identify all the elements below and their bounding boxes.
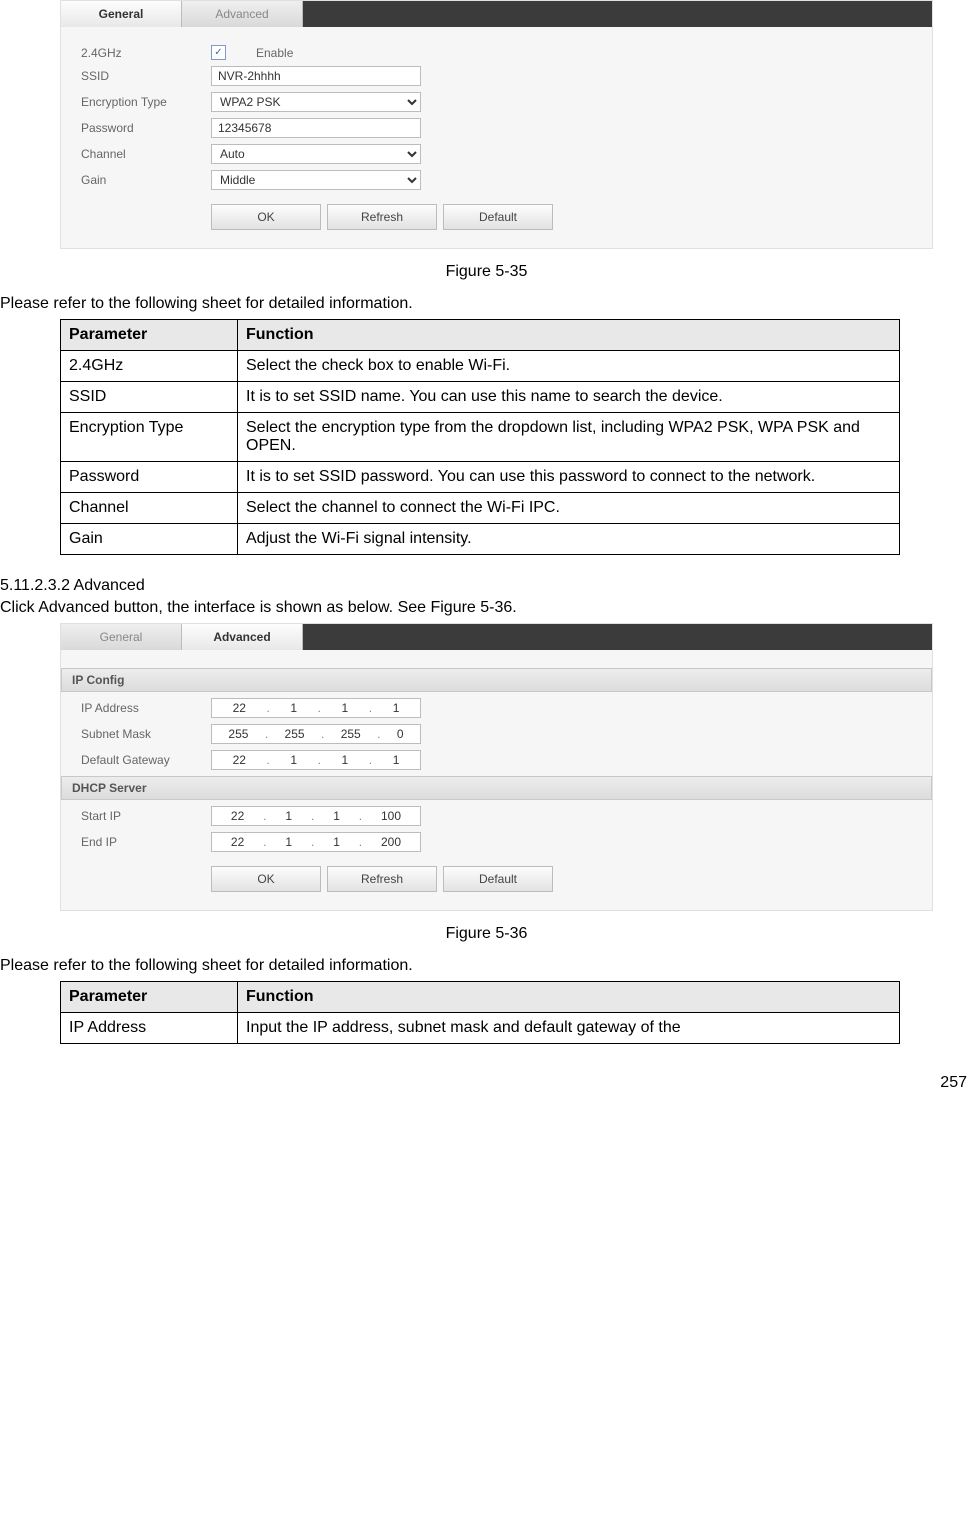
tab-bar-advanced: General Advanced [61, 624, 932, 650]
param-table-1: Parameter Function 2.4GHz Select the che… [60, 319, 900, 555]
page-number: 257 [0, 1074, 973, 1092]
default-gateway-input[interactable]: 22. 1. 1. 1 [211, 750, 421, 770]
gain-select[interactable]: Middle [211, 170, 421, 190]
table1-header-param: Parameter [61, 320, 238, 351]
table-row: Channel Select the channel to connect th… [61, 493, 900, 524]
encryption-label: Encryption Type [81, 95, 211, 109]
default-button[interactable]: Default [443, 204, 553, 230]
refresh-button[interactable]: Refresh [327, 204, 437, 230]
end-ip-input[interactable]: 22. 1. 1. 200 [211, 832, 421, 852]
start-ip-input[interactable]: 22. 1. 1. 100 [211, 806, 421, 826]
channel-select[interactable]: Auto [211, 144, 421, 164]
default-gateway-label: Default Gateway [81, 753, 211, 767]
table-row: Gain Adjust the Wi-Fi signal intensity. [61, 524, 900, 555]
gain-label: Gain [81, 173, 211, 187]
tab-general[interactable]: General [61, 1, 182, 27]
enable-checkbox[interactable]: ✓ [211, 45, 226, 60]
ok-button[interactable]: OK [211, 204, 321, 230]
end-ip-label: End IP [81, 835, 211, 849]
table-row: IP Address Input the IP address, subnet … [61, 1013, 900, 1044]
intro-text-1: Please refer to the following sheet for … [0, 295, 973, 313]
table2-header-func: Function [238, 982, 900, 1013]
ip-config-section: IP Config [61, 668, 932, 692]
tab-bar: General Advanced [61, 1, 932, 27]
ssid-label: SSID [81, 69, 211, 83]
freq-label: 2.4GHz [81, 46, 211, 60]
intro-text-2: Click Advanced button, the interface is … [0, 599, 973, 617]
table-row: Password It is to set SSID password. You… [61, 462, 900, 493]
subnet-mask-label: Subnet Mask [81, 727, 211, 741]
table2-header-param: Parameter [61, 982, 238, 1013]
table-row: SSID It is to set SSID name. You can use… [61, 382, 900, 413]
start-ip-label: Start IP [81, 809, 211, 823]
ip-address-label: IP Address [81, 701, 211, 715]
password-label: Password [81, 121, 211, 135]
table-row: 2.4GHz Select the check box to enable Wi… [61, 351, 900, 382]
ssid-input[interactable] [211, 66, 421, 86]
refresh-button-2[interactable]: Refresh [327, 866, 437, 892]
tab-advanced-2[interactable]: Advanced [182, 624, 303, 650]
wifi-general-panel: General Advanced 2.4GHz ✓ Enable SSID En… [60, 0, 933, 249]
channel-label: Channel [81, 147, 211, 161]
wifi-advanced-panel: General Advanced IP Config IP Address 22… [60, 623, 933, 911]
intro-text-3: Please refer to the following sheet for … [0, 957, 973, 975]
password-input[interactable] [211, 118, 421, 138]
section-heading-advanced: 5.11.2.3.2 Advanced [0, 577, 973, 595]
param-table-2: Parameter Function IP Address Input the … [60, 981, 900, 1044]
table1-header-func: Function [238, 320, 900, 351]
ip-address-input[interactable]: 22. 1. 1. 1 [211, 698, 421, 718]
figure-caption-2: Figure 5-36 [0, 925, 973, 943]
tab-general-2[interactable]: General [61, 624, 182, 650]
subnet-mask-input[interactable]: 255. 255. 255. 0 [211, 724, 421, 744]
ok-button-2[interactable]: OK [211, 866, 321, 892]
encryption-select[interactable]: WPA2 PSK [211, 92, 421, 112]
table-row: Encryption Type Select the encryption ty… [61, 413, 900, 462]
default-button-2[interactable]: Default [443, 866, 553, 892]
enable-label: Enable [256, 46, 293, 60]
dhcp-server-section: DHCP Server [61, 776, 932, 800]
figure-caption-1: Figure 5-35 [0, 263, 973, 281]
tab-advanced[interactable]: Advanced [182, 1, 303, 27]
